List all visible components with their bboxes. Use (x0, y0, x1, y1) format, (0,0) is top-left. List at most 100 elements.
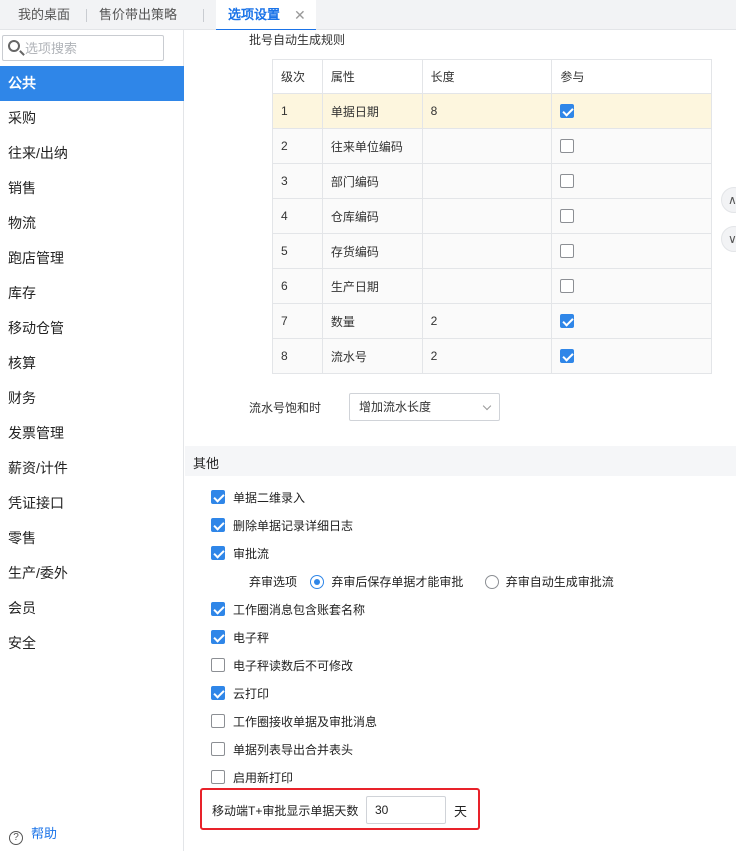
option-checkbox[interactable] (211, 686, 225, 700)
sidebar-item-purchase[interactable]: 采购 (0, 101, 184, 136)
sidebar-item-invoice[interactable]: 发票管理 (0, 416, 184, 451)
cell-length[interactable] (421, 128, 553, 164)
abandon-radio-save-first[interactable] (310, 575, 325, 589)
cell-length[interactable] (421, 163, 553, 199)
option-checkbox[interactable] (211, 630, 225, 644)
other-section-title: 其他 (193, 456, 220, 471)
main-panel: 批号自动生成规则 级次 属性 长度 参与 1 单据日期 8 2 往来单位编码 3… (185, 30, 736, 851)
search-icon (8, 40, 20, 52)
sidebar-item-security[interactable]: 安全 (0, 626, 184, 661)
cell-participate (551, 268, 712, 304)
abandon-options: 弃审选项 弃审后保存单据才能审批 弃审自动生成审批流 (249, 573, 614, 591)
sidebar-item-retail[interactable]: 零售 (0, 521, 184, 556)
cell-attribute: 数量 (321, 303, 423, 339)
option-checkbox[interactable] (211, 770, 225, 784)
participate-checkbox[interactable] (560, 174, 575, 189)
column-header-participate: 参与 (551, 59, 712, 94)
option-label: 单据二维录入 (233, 491, 306, 505)
close-icon[interactable]: ✕ (294, 0, 306, 30)
participate-checkbox[interactable] (560, 244, 575, 259)
cell-length[interactable] (421, 233, 553, 269)
sidebar-item-mobile-warehouse[interactable]: 移动仓管 (0, 311, 184, 346)
option-approval-flow[interactable]: 审批流 (211, 545, 269, 563)
table-row[interactable]: 4 仓库编码 (272, 198, 712, 234)
option-delete-log[interactable]: 删除单据记录详细日志 (211, 517, 353, 535)
option-export-merge-header[interactable]: 单据列表导出合并表头 (211, 741, 353, 759)
cell-attribute: 仓库编码 (321, 198, 423, 234)
option-checkbox[interactable] (211, 742, 225, 756)
participate-checkbox[interactable] (560, 279, 575, 294)
cell-length[interactable] (421, 268, 553, 304)
table-header-row: 级次 属性 长度 参与 (272, 59, 712, 94)
sidebar-item-sales[interactable]: 销售 (0, 171, 184, 206)
cell-level: 8 (272, 338, 323, 374)
participate-checkbox[interactable] (560, 139, 575, 154)
cell-length[interactable] (421, 198, 553, 234)
participate-checkbox[interactable] (560, 314, 575, 329)
sidebar-item-production[interactable]: 生产/委外 (0, 556, 184, 591)
sidebar-item-store-visits[interactable]: 跑店管理 (0, 241, 184, 276)
option-checkbox[interactable] (211, 658, 225, 672)
help-link[interactable]: ? 帮助 (9, 825, 57, 845)
table-row[interactable]: 7 数量 2 (272, 303, 712, 339)
table-row[interactable]: 6 生产日期 (272, 268, 712, 304)
option-workcircle-receive[interactable]: 工作圈接收单据及审批消息 (211, 713, 377, 731)
option-workcircle-account-name[interactable]: 工作圈消息包含账套名称 (211, 601, 365, 619)
table-row[interactable]: 5 存货编码 (272, 233, 712, 269)
sidebar-item-accounts-cashier[interactable]: 往来/出纳 (0, 136, 184, 171)
cell-level: 4 (272, 198, 323, 234)
option-checkbox[interactable] (211, 546, 225, 560)
sidebar-item-membership[interactable]: 会员 (0, 591, 184, 626)
sidebar-item-costing[interactable]: 核算 (0, 346, 184, 381)
chevron-down-icon (482, 401, 492, 411)
abandon-radio-auto-flow[interactable] (484, 575, 499, 589)
option-label: 工作圈接收单据及审批消息 (233, 715, 378, 729)
cell-length[interactable]: 8 (421, 93, 553, 129)
cell-attribute: 流水号 (321, 338, 423, 374)
other-section-header: 其他 (185, 446, 736, 476)
tab-option-settings[interactable]: 选项设置 ✕ (216, 0, 316, 31)
mobile-days-highlight: 移动端T+审批显示单据天数 天 (200, 788, 480, 830)
participate-checkbox[interactable] (560, 209, 575, 224)
option-checkbox[interactable] (211, 490, 225, 504)
batch-rule-title: 批号自动生成规则 (249, 33, 346, 47)
sidebar-item-public[interactable]: 公共 (0, 66, 184, 101)
option-checkbox[interactable] (211, 602, 225, 616)
table-row[interactable]: 3 部门编码 (272, 163, 712, 199)
option-label: 电子秤 (233, 631, 270, 645)
cell-attribute: 存货编码 (321, 233, 423, 269)
option-2d-entry[interactable]: 单据二维录入 (211, 489, 305, 507)
table-row[interactable]: 8 流水号 2 (272, 338, 712, 374)
tab-my-desktop[interactable]: 我的桌面 (18, 0, 70, 30)
table-row[interactable]: 2 往来单位编码 (272, 128, 712, 164)
option-checkbox[interactable] (211, 714, 225, 728)
tab-price-strategy[interactable]: 售价带出策略 (99, 0, 177, 30)
option-new-print[interactable]: 启用新打印 (211, 769, 293, 787)
cell-length[interactable]: 2 (421, 303, 553, 339)
tab-divider (86, 9, 87, 22)
participate-checkbox[interactable] (560, 104, 575, 119)
search-input[interactable] (25, 38, 161, 58)
option-cloud-print[interactable]: 云打印 (211, 685, 269, 703)
participate-checkbox[interactable] (560, 349, 575, 364)
cell-participate (551, 303, 712, 339)
option-electronic-scale[interactable]: 电子秤 (211, 629, 269, 647)
sidebar-item-payroll[interactable]: 薪资/计件 (0, 451, 184, 486)
table-row[interactable]: 1 单据日期 8 (272, 93, 712, 129)
option-scale-readonly[interactable]: 电子秤读数后不可修改 (211, 657, 353, 675)
abandon-radio-label: 弃审自动生成审批流 (505, 575, 614, 589)
sidebar-item-inventory[interactable]: 库存 (0, 276, 184, 311)
sidebar-nav: 公共 采购 往来/出纳 销售 物流 跑店管理 库存 移动仓管 核算 财务 发票管… (0, 66, 184, 661)
sidebar-item-finance[interactable]: 财务 (0, 381, 184, 416)
cell-length[interactable]: 2 (421, 338, 553, 374)
serial-saturation-select[interactable]: 增加流水长度 (349, 393, 500, 421)
chevron-down-icon[interactable]: ∨ (721, 226, 736, 252)
chevron-up-icon[interactable]: ∧ (721, 187, 736, 213)
option-checkbox[interactable] (211, 518, 225, 532)
serial-saturation-value: 增加流水长度 (359, 400, 432, 414)
sidebar: 公共 采购 往来/出纳 销售 物流 跑店管理 库存 移动仓管 核算 财务 发票管… (0, 30, 184, 851)
cell-participate (551, 233, 712, 269)
sidebar-item-logistics[interactable]: 物流 (0, 206, 184, 241)
sidebar-item-voucher-interface[interactable]: 凭证接口 (0, 486, 184, 521)
mobile-days-input[interactable] (366, 796, 446, 824)
